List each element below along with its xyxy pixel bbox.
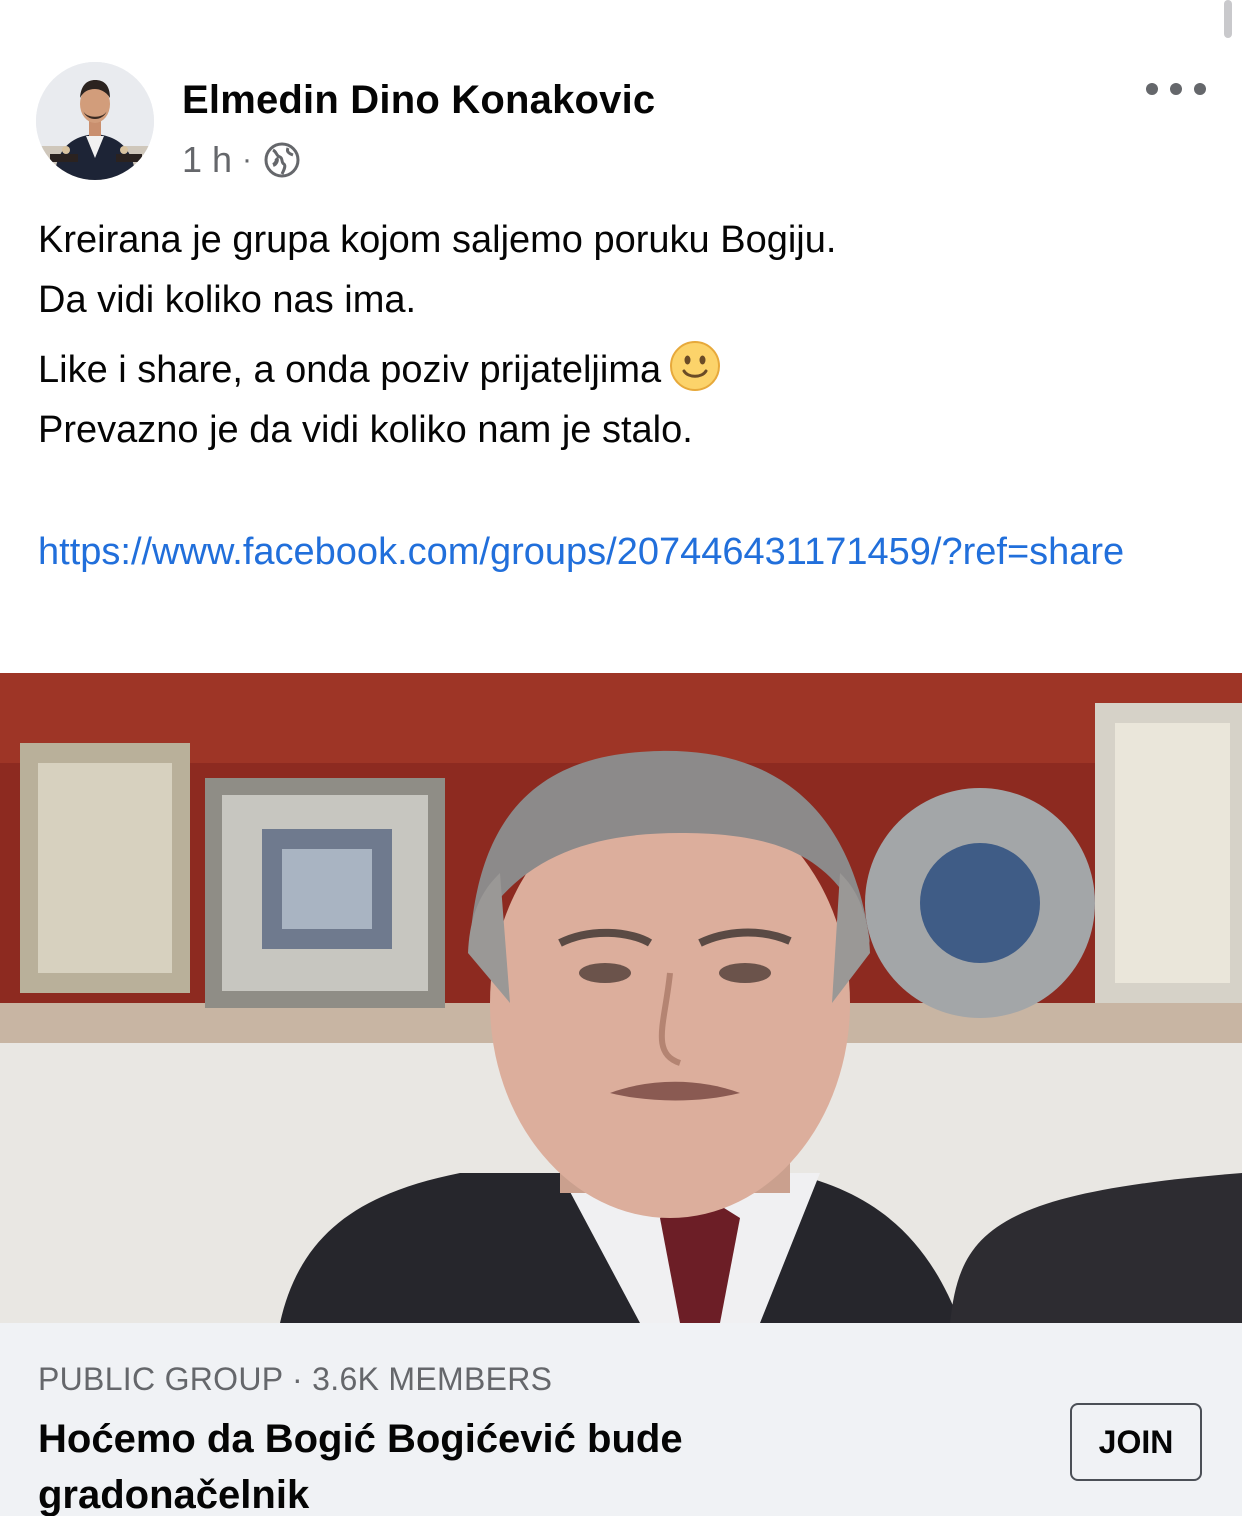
- link-preview-image[interactable]: [0, 673, 1242, 1323]
- post-text-line: Like i share, a onda poziv prijateljima: [38, 340, 1208, 400]
- group-title[interactable]: Hoćemo da Bogić Bogićević bude gradonače…: [38, 1411, 938, 1516]
- post-text-line: Prevazno je da vidi koliko nam je stalo.: [38, 409, 693, 451]
- shared-link[interactable]: https://www.facebook.com/groups/20744643…: [38, 522, 1208, 582]
- post-text-line: Kreirana je grupa kojom saljemo poruku B…: [38, 219, 837, 261]
- slightly-smiling-face-icon: [669, 340, 721, 392]
- more-options-icon[interactable]: [1146, 74, 1206, 104]
- post-text-line-body: Like i share, a onda poziv prijateljima: [38, 349, 662, 391]
- meta-separator: ·: [242, 143, 253, 176]
- preview-photo: [0, 673, 1242, 1323]
- post-meta: 1 h ·: [182, 138, 300, 182]
- more-dot: [1146, 83, 1158, 95]
- avatar-image: [36, 62, 154, 180]
- post-text-line: Da vidi koliko nas ima.: [38, 279, 417, 321]
- post-text: Kreirana je grupa kojom saljemo poruku B…: [38, 210, 1208, 460]
- facebook-post-screen: Elmedin Dino Konakovic 1 h · Kreirana je…: [0, 0, 1242, 1516]
- link-card[interactable]: PUBLIC GROUP · 3.6K MEMBERS Hoćemo da Bo…: [0, 1323, 1242, 1516]
- more-dot: [1170, 83, 1182, 95]
- author-name[interactable]: Elmedin Dino Konakovic: [182, 78, 655, 123]
- globe-icon: [264, 142, 300, 178]
- scrollbar[interactable]: [1224, 0, 1232, 38]
- post-time[interactable]: 1 h: [182, 139, 232, 181]
- post-header: Elmedin Dino Konakovic 1 h ·: [36, 62, 1206, 182]
- group-meta: PUBLIC GROUP · 3.6K MEMBERS: [38, 1361, 553, 1397]
- more-dot: [1194, 83, 1206, 95]
- avatar[interactable]: [36, 62, 154, 180]
- join-button[interactable]: JOIN: [1070, 1403, 1202, 1481]
